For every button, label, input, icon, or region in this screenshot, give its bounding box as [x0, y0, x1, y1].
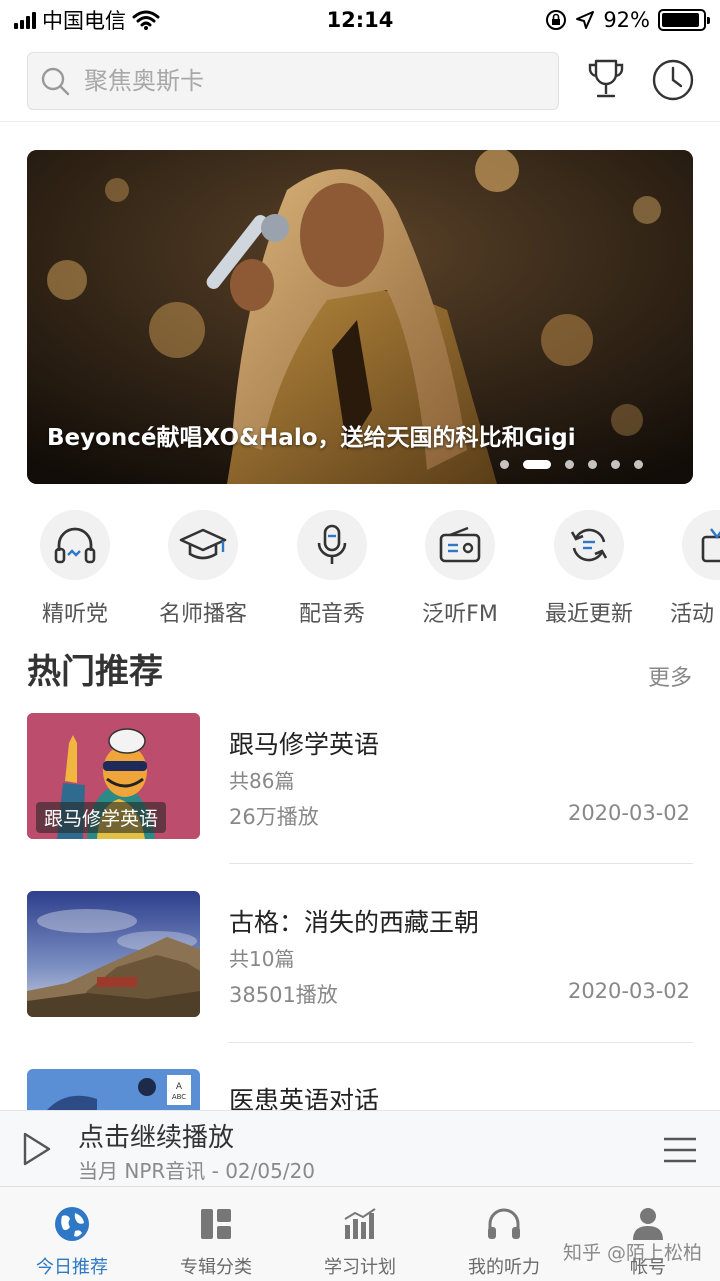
item-title: 跟马修学英语: [229, 730, 380, 759]
watermark: 知乎 @陌上松柏: [562, 1242, 702, 1264]
search-input[interactable]: [84, 67, 504, 95]
battery-fill: [662, 13, 699, 27]
category-icon-wrap: [425, 510, 495, 580]
category-label: 泛听FM: [422, 602, 498, 627]
headphones-icon: [54, 527, 96, 564]
category-fantingfm[interactable]: 泛听FM: [395, 510, 525, 628]
item-plays: 38501播放: [229, 983, 338, 1007]
battery-icon: [658, 9, 710, 31]
radio-icon: [439, 526, 481, 563]
user-icon: [633, 1208, 663, 1240]
tab-today[interactable]: 今日推荐: [0, 1187, 144, 1281]
tab-label: 学习计划: [324, 1257, 396, 1278]
tab-plan[interactable]: 学习计划: [288, 1187, 432, 1281]
carousel-dot[interactable]: [565, 460, 574, 469]
list-item[interactable]: 古格：消失的西藏王朝 共10篇 38501播放 2020-03-02: [27, 891, 693, 1017]
svg-text:ABC: ABC: [172, 1093, 186, 1101]
category-label: 最近更新: [544, 602, 633, 627]
tab-listening[interactable]: 我的听力: [432, 1187, 576, 1281]
category-row: 精听党 名师播客 配音秀 泛听FM 最近更新 活动: [0, 510, 720, 630]
headphones-icon: [488, 1208, 520, 1239]
tab-label: 专辑分类: [180, 1257, 252, 1278]
carousel-dot[interactable]: [588, 460, 597, 469]
more-link[interactable]: 更多: [648, 660, 692, 692]
item-count: 共10篇: [229, 947, 295, 971]
search-header: [0, 48, 720, 122]
player-title: 点击继续播放: [78, 1123, 235, 1153]
tab-icon-wrap: [144, 1205, 288, 1243]
search-bar[interactable]: [27, 52, 559, 110]
category-label: 名师播客: [158, 602, 247, 627]
list-divider: [229, 1042, 693, 1043]
battery-percent: 92%: [603, 8, 650, 32]
tab-icon-wrap: [432, 1205, 576, 1243]
carousel-dot-active[interactable]: [523, 460, 551, 469]
tab-icon-wrap: [0, 1205, 144, 1243]
album-thumbnail: A ABC: [27, 1069, 200, 1110]
item-count: 共86篇: [229, 769, 295, 793]
category-label: 活动: [670, 602, 715, 627]
category-icon-wrap: [40, 510, 110, 580]
category-mingshiboke[interactable]: 名师播客: [138, 510, 268, 628]
status-bar: 中国电信 12:14 92%: [0, 0, 720, 40]
category-label: 精听党: [41, 602, 108, 627]
tab-label: 我的听力: [468, 1257, 540, 1278]
category-icon-wrap: [682, 510, 720, 580]
player-subtitle: 当月 NPR音讯 - 02/05/20: [78, 1159, 316, 1183]
chart-icon: [344, 1208, 376, 1239]
item-plays: 26万播放: [229, 805, 319, 829]
play-icon[interactable]: [22, 1131, 52, 1167]
category-label: 配音秀: [298, 602, 365, 627]
item-date: 2020-03-02: [567, 801, 690, 825]
mini-player[interactable]: 点击继续播放 当月 NPR音讯 - 02/05/20: [0, 1110, 720, 1186]
wifi-icon: [132, 10, 160, 30]
activity-icon: [701, 528, 720, 563]
category-zuijingengxin[interactable]: 最近更新: [524, 510, 654, 628]
history-button[interactable]: [651, 56, 695, 104]
banner-caption: Beyoncé献唱XO&Halo，送给天国的科比和Gigi: [47, 425, 576, 451]
item-date: 2020-03-02: [567, 979, 690, 1003]
item-title: 古格：消失的西藏王朝: [229, 908, 480, 937]
search-icon: [41, 67, 70, 96]
category-icon-wrap: [297, 510, 367, 580]
tab-bar: 今日推荐 专辑分类 学习计划 我的听力 帐号: [0, 1186, 720, 1281]
status-left: 中国电信: [14, 5, 160, 35]
category-huodong[interactable]: 活动: [652, 510, 720, 628]
trophy-icon: [588, 59, 624, 98]
microphone-icon: [317, 524, 347, 564]
tab-icon-wrap: [288, 1205, 432, 1243]
category-icon-wrap: [168, 510, 238, 580]
category-jingtingdang[interactable]: 精听党: [10, 510, 140, 628]
grid-icon: [201, 1209, 231, 1239]
album-thumbnail: [27, 891, 200, 1017]
svg-text:A: A: [176, 1082, 183, 1092]
trophy-button[interactable]: [584, 56, 628, 104]
graduation-cap-icon: [179, 528, 227, 560]
album-thumbnail: 跟马修学英语: [27, 713, 200, 839]
clock-icon: [652, 59, 694, 101]
location-icon: [576, 11, 595, 29]
carousel-indicator: [500, 460, 643, 469]
playlist-menu-icon[interactable]: [662, 1136, 698, 1164]
carousel-dot[interactable]: [611, 460, 620, 469]
globe-icon: [55, 1207, 89, 1241]
carousel-dot[interactable]: [500, 460, 509, 469]
thumbnail-label: 跟马修学英语: [36, 802, 167, 833]
orientation-lock-icon: [546, 10, 567, 30]
album-art: [27, 891, 200, 1017]
refresh-icon: [570, 528, 608, 562]
tab-label: 今日推荐: [36, 1257, 108, 1278]
tab-account[interactable]: 帐号: [576, 1187, 720, 1281]
signal-icon: [14, 11, 36, 29]
category-icon-wrap: [554, 510, 624, 580]
carousel-dot[interactable]: [634, 460, 643, 469]
album-art: A ABC: [27, 1069, 200, 1110]
section-title: 热门推荐: [27, 652, 163, 692]
tab-albums[interactable]: 专辑分类: [144, 1187, 288, 1281]
list-divider: [229, 863, 693, 864]
status-right: 92%: [545, 8, 710, 32]
list-item[interactable]: 跟马修学英语 跟马修学英语 共86篇 26万播放 2020-03-02: [27, 713, 693, 839]
category-peiyinxiu[interactable]: 配音秀: [267, 510, 397, 628]
carrier-label: 中国电信: [42, 9, 126, 33]
